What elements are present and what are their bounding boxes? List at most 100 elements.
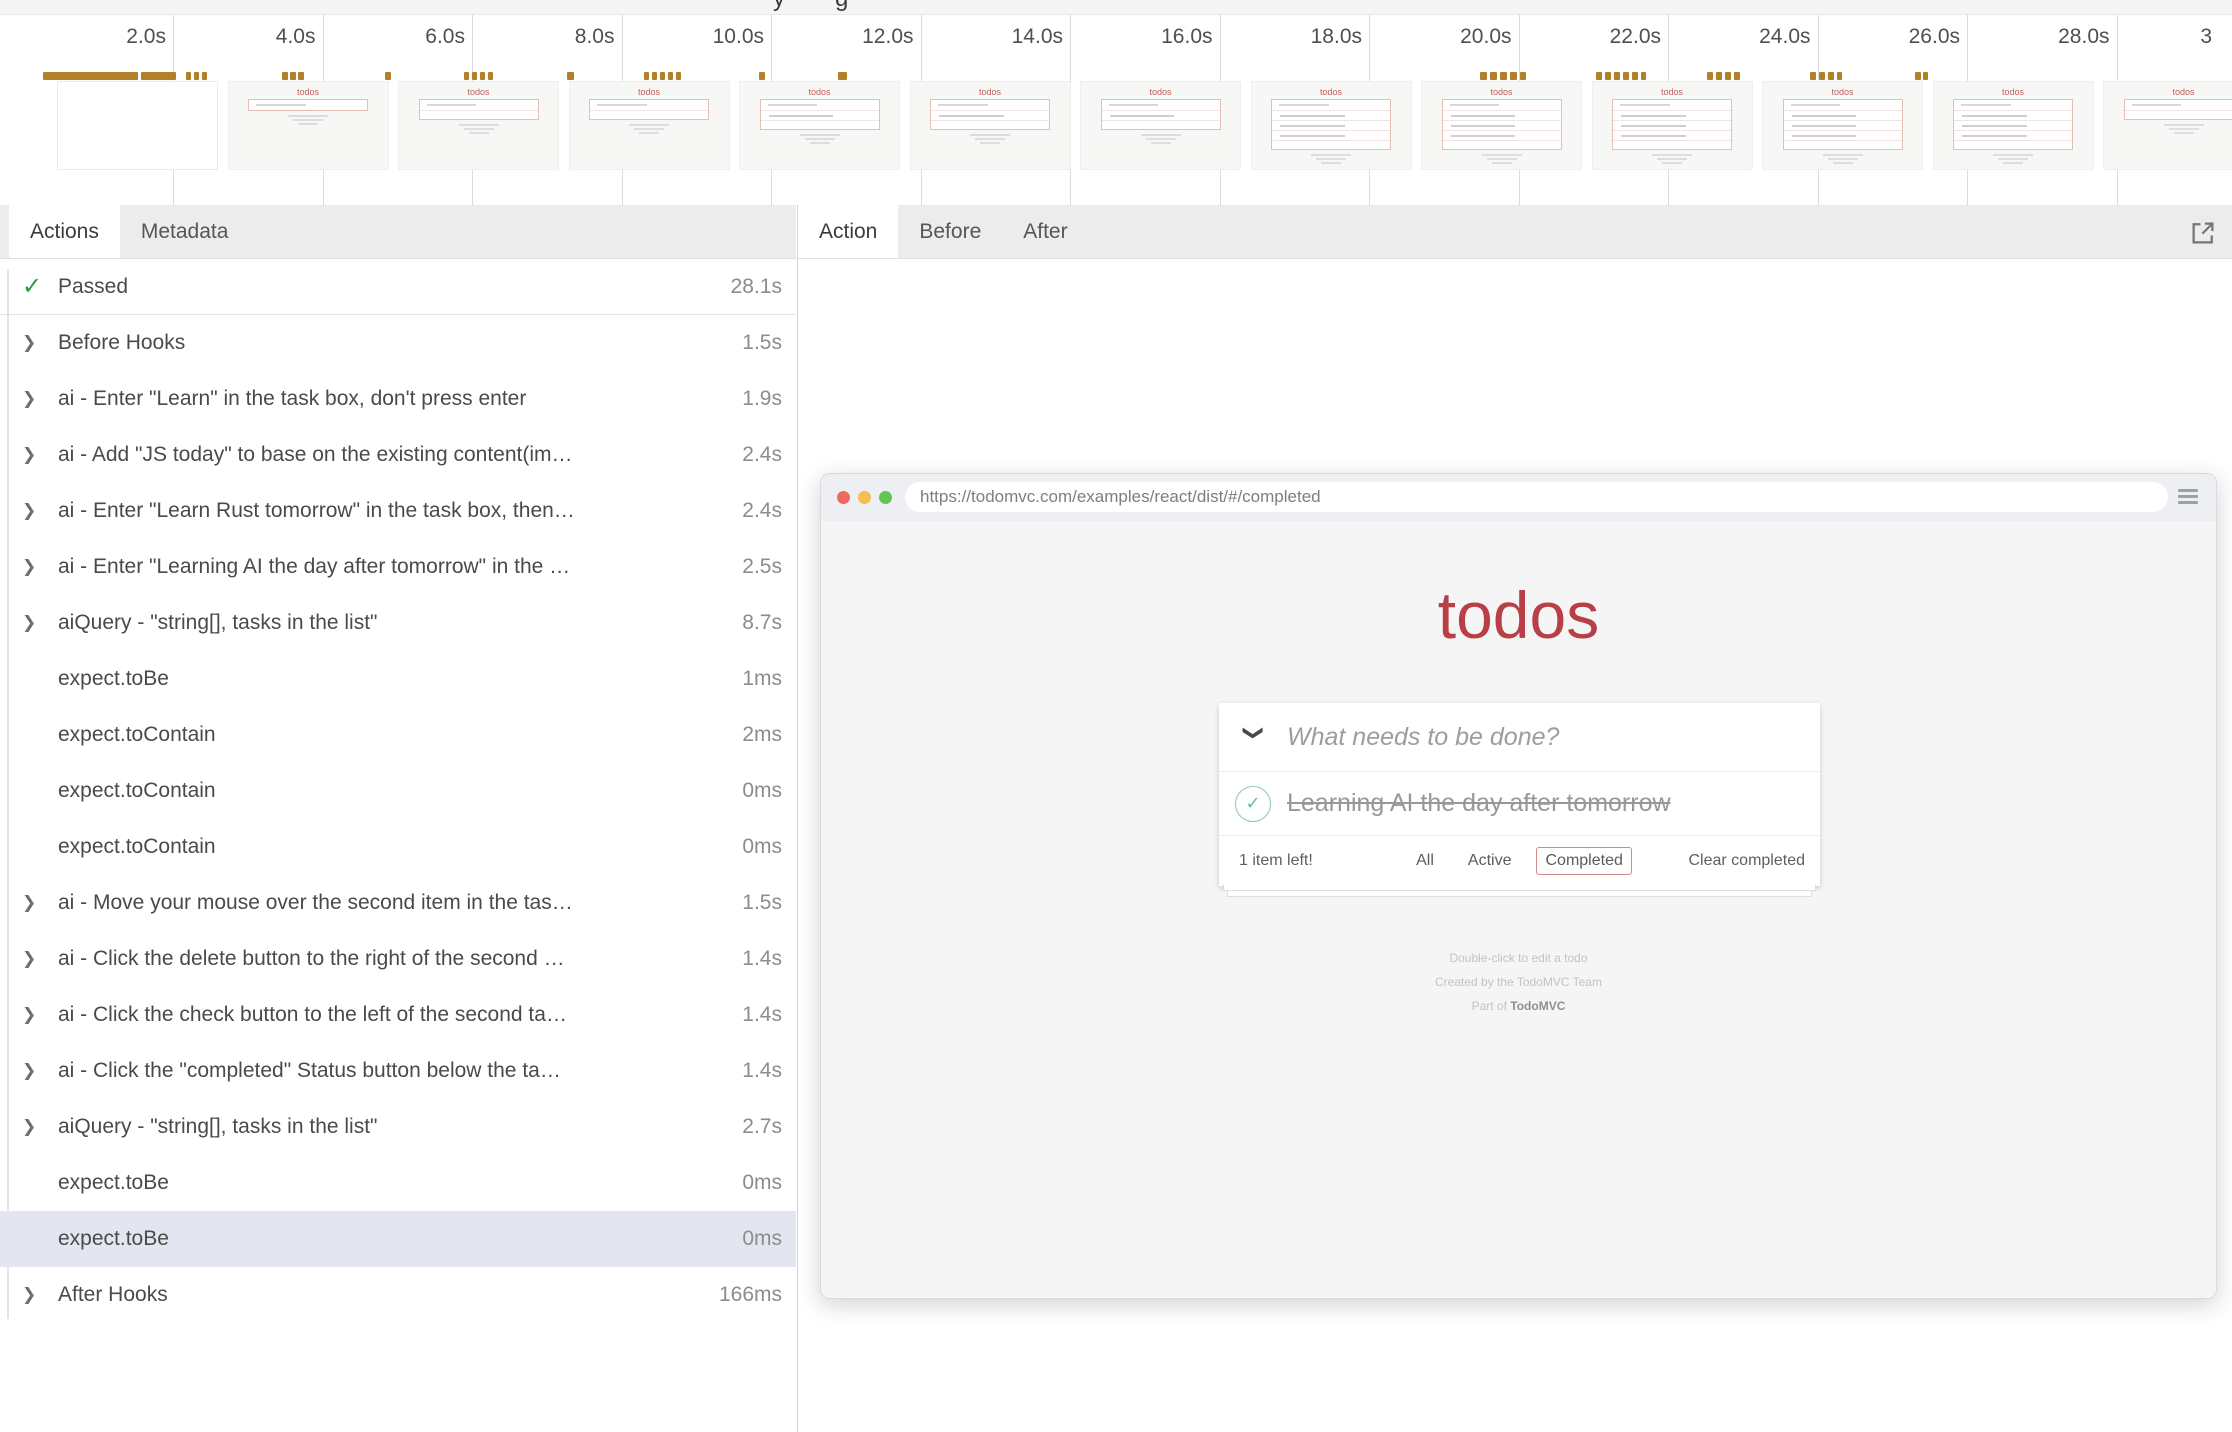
timeline-action-marker [43,72,138,80]
row-expand-icon [22,1004,58,1026]
mini-todos-title: todos [1081,87,1240,97]
timeline-action-marker [1725,72,1731,80]
timeline-action-marker [1500,72,1507,80]
filmstrip-thumbnail[interactable]: todos [2103,81,2232,170]
filmstrip-thumbnail[interactable]: todos [569,81,730,170]
timeline-action-marker [1819,72,1825,80]
action-row[interactable]: Passed 28.1s [0,259,796,315]
action-row[interactable]: ai - Add "JS today" to base on the exist… [0,427,796,483]
action-row[interactable]: ai - Enter "Learning AI the day after to… [0,539,796,595]
action-row[interactable]: ai - Click the "completed" Status button… [0,1043,796,1099]
row-expand-icon [22,1284,58,1306]
action-label: aiQuery - "string[], tasks in the list" [58,1115,730,1139]
filter-button[interactable]: All [1407,847,1443,875]
action-duration: 28.1s [719,275,782,299]
toggle-all-chevron-down-icon[interactable] [1242,724,1267,750]
filter-button[interactable]: Active [1459,847,1521,875]
filmstrip-thumbnail[interactable]: todos [1421,81,1582,170]
action-label: ai - Click the delete button to the righ… [58,947,730,971]
mini-todos-title: todos [1763,87,1922,97]
action-row[interactable]: expect.toContain 0ms [0,763,796,819]
action-row[interactable]: ai - Click the check button to the left … [0,987,796,1043]
snapshot-pane: https://todomvc.com/examples/react/dist/… [797,259,2232,1432]
action-row[interactable]: ai - Click the delete button to the righ… [0,931,796,987]
action-duration: 0ms [730,1227,782,1251]
filmstrip-thumbnail[interactable]: todos [57,81,218,170]
timeline-action-marker [385,72,391,80]
action-duration: 8.7s [730,611,782,635]
filmstrip-thumbnail[interactable]: todos [1933,81,2094,170]
action-row[interactable]: After Hooks 166ms [0,1267,796,1323]
action-row[interactable]: aiQuery - "string[], tasks in the list" … [0,1099,796,1155]
action-duration: 1.4s [730,1003,782,1027]
timeline-action-marker [1510,72,1517,80]
action-row[interactable]: Before Hooks 1.5s [0,315,796,371]
timeline-action-marker [202,72,207,80]
todo-item-row: Learning AI the day after tomorrow [1219,772,1820,836]
filmstrip-thumbnail[interactable]: todos [398,81,559,170]
timeline-action-marker [676,72,681,80]
timeline-action-marker [1490,72,1497,80]
action-label: expect.toBe [58,1171,730,1195]
browser-window-snapshot: https://todomvc.com/examples/react/dist/… [820,473,2217,1299]
action-row[interactable]: expect.toContain 2ms [0,707,796,763]
action-label: ai - Enter "Learning AI the day after to… [58,555,730,579]
row-expand-icon [22,444,58,466]
action-label: ai - Add "JS today" to base on the exist… [58,443,730,467]
filter-button[interactable]: Completed [1536,847,1631,875]
timeline-action-marker [141,72,176,80]
clear-completed-button[interactable]: Clear completed [1689,852,1806,870]
panel-tab[interactable]: Action [798,205,898,258]
action-row[interactable]: expect.toBe 1ms [0,651,796,707]
action-label: After Hooks [58,1283,707,1307]
row-expand-icon [22,388,58,410]
clipped-title-fragment: y [773,0,785,13]
info-line: Part of TodoMVC [821,994,2216,1018]
timeline-action-marker [1480,72,1487,80]
timeline-action-marker [668,72,673,80]
action-duration: 0ms [730,1171,782,1195]
timeline-action-marker [1520,72,1526,80]
new-todo-input[interactable]: What needs to be done? [1287,723,1559,752]
panel-tab[interactable]: Before [898,205,1002,258]
action-label: expect.toBe [58,667,730,691]
action-label: Before Hooks [58,331,730,355]
timeline-action-marker [1810,72,1816,80]
row-expand-icon [22,272,58,301]
row-expand-icon [22,948,58,970]
filmstrip-thumbnail[interactable]: todos [1762,81,1923,170]
timeline[interactable]: 2.0s 4.0s 6.0s 8.0s 10.0s 12.0s 14.0s 16… [0,15,2232,205]
panel-tab[interactable]: Metadata [120,205,250,258]
filmstrip-thumbnail[interactable]: todos [228,81,389,170]
filmstrip-thumbnail[interactable]: todos [910,81,1071,170]
action-list: Passed 28.1s Before Hooks 1.5s ai - Ente… [0,259,796,1432]
todo-card: What needs to be done? Learning AI the d… [1219,703,1820,886]
action-row[interactable]: expect.toBe 0ms [0,1155,796,1211]
action-row[interactable]: expect.toBe 0ms [0,1211,796,1267]
action-label: ai - Click the "completed" Status button… [58,1059,730,1083]
mini-todos-title: todos [2104,87,2232,97]
action-row[interactable]: ai - Enter "Learn Rust tomorrow" in the … [0,483,796,539]
filmstrip-thumbnail[interactable]: todos [1080,81,1241,170]
action-duration: 1ms [730,667,782,691]
row-expand-icon [22,612,58,634]
action-row[interactable]: expect.toContain 0ms [0,819,796,875]
panel-tab[interactable]: After [1002,205,1088,258]
action-duration: 2.4s [730,499,782,523]
todo-check-icon[interactable] [1235,786,1271,822]
filmstrip-thumbnail[interactable]: todos [1592,81,1753,170]
filmstrip-thumbnail[interactable]: todos [1251,81,1412,170]
card-stack-decoration [1219,885,1820,897]
open-snapshot-button[interactable] [2188,218,2218,248]
timeline-action-marker [652,72,657,80]
action-row[interactable]: ai - Move your mouse over the second ite… [0,875,796,931]
action-row[interactable]: ai - Enter "Learn" in the task box, don'… [0,371,796,427]
panel-tab[interactable]: Actions [9,205,120,258]
clipped-title-fragment: g [835,0,848,13]
row-expand-icon [22,892,58,914]
action-duration: 1.5s [730,331,782,355]
timeline-action-marker [472,72,477,80]
filmstrip-thumbnail[interactable]: todos [739,81,900,170]
row-expand-icon [22,556,58,578]
action-row[interactable]: aiQuery - "string[], tasks in the list" … [0,595,796,651]
